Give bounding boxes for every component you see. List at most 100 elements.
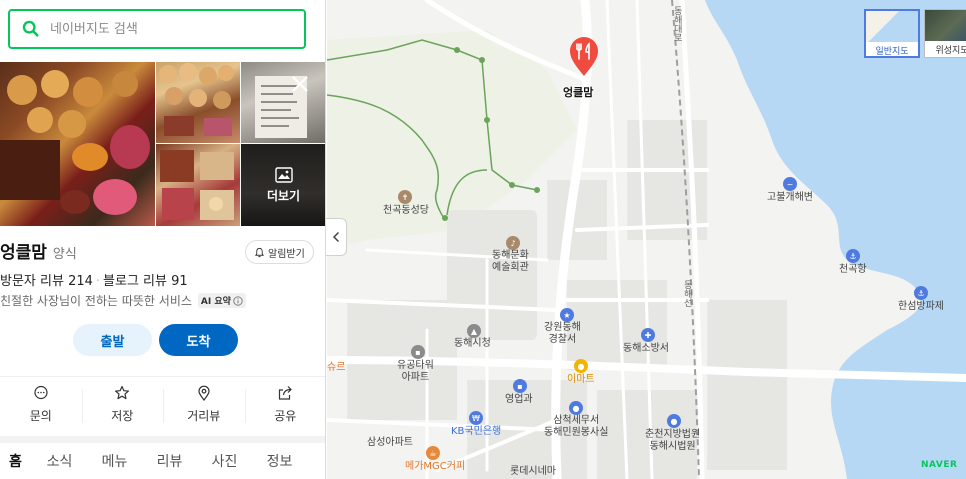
label-city-hall: 동해시청 <box>454 338 491 349</box>
label-donghae-culture: 동해문화 예술회관 <box>492 250 529 273</box>
restaurant-marker-label: 엉클맘 <box>563 86 594 99</box>
label-police: 강원동해 경찰서 <box>544 322 581 345</box>
place-panel: 더보기 엉클맘 양식 알림받기 방문자 리뷰 214·블로그 리뷰 91 친절한… <box>0 0 326 479</box>
share-label: 공유 <box>274 409 297 423</box>
photo-gallery: 더보기 <box>0 62 325 226</box>
info-icon <box>233 295 243 306</box>
map-type-normal-label: 일반지도 <box>875 47 909 57</box>
photo-main[interactable] <box>0 62 155 226</box>
save-label: 저장 <box>111 409 134 423</box>
map-type-satellite-label: 위성지도 <box>935 46 966 56</box>
label-kb-bank: KB국민은행 <box>451 426 502 437</box>
restaurant-marker[interactable] <box>567 37 601 77</box>
theater-icon[interactable]: ♪ <box>506 236 520 250</box>
blog-reviews-link[interactable]: 블로그 리뷰 91 <box>103 274 188 289</box>
ai-summary-badge[interactable]: AI 요약 <box>197 293 246 308</box>
label-tax-office: 삼척세무서 동해민원봉사실 <box>544 415 609 438</box>
label-court: 춘천지방법원 동해시법원 <box>645 429 701 452</box>
share-icon <box>279 386 293 400</box>
ai-summary-label: AI 요약 <box>200 297 231 307</box>
close-button[interactable] <box>288 72 312 96</box>
bell-icon <box>254 247 265 257</box>
place-description: 친절한 사장님이 전하는 따뜻한 서비스 <box>0 294 192 308</box>
tab-info[interactable]: 정보 <box>252 451 307 477</box>
label-yugong-tower: 유공타워 아파트 <box>397 360 434 383</box>
beach-icon[interactable]: ~ <box>783 177 797 191</box>
search-icon <box>22 20 39 37</box>
label-hanseop-breakwater: 한섬방파제 <box>898 301 944 312</box>
bank-icon[interactable]: ₩ <box>469 411 483 425</box>
label-business-office: 영업과 <box>505 394 533 405</box>
save-button[interactable]: 저장 <box>81 377 164 432</box>
church-icon[interactable]: ✝ <box>398 190 412 204</box>
pin-icon <box>198 385 210 401</box>
action-bar: 문의 저장 거리뷰 공유 <box>0 376 326 432</box>
place-title-row: 엉클맘 양식 <box>0 238 77 263</box>
tab-reviews[interactable]: 리뷰 <box>142 451 197 477</box>
place-description-row: 친절한 사장님이 전하는 따뜻한 서비스 AI 요약 <box>0 292 246 309</box>
label-cheongok-port: 천곡항 <box>839 264 867 275</box>
place-category: 양식 <box>52 247 77 262</box>
map-base <box>327 0 966 479</box>
search-input[interactable] <box>50 21 280 37</box>
place-name: 엉클맘 <box>0 243 47 263</box>
share-button[interactable]: 공유 <box>244 377 326 432</box>
inquiry-label: 문의 <box>29 409 52 423</box>
photo-thumb-1-image <box>159 63 234 136</box>
more-photos-overlay[interactable]: 더보기 <box>241 144 325 226</box>
naver-logo: NAVER <box>921 460 958 470</box>
cityhall-icon[interactable]: ▲ <box>467 324 481 338</box>
alarm-button[interactable]: 알림받기 <box>245 240 314 264</box>
visitor-reviews-link[interactable]: 방문자 리뷰 214 <box>0 274 93 289</box>
street-view-button[interactable]: 거리뷰 <box>163 377 245 432</box>
arrive-button[interactable]: 도착 <box>159 324 238 356</box>
port-icon[interactable]: ⚓ <box>846 249 860 263</box>
restaurant-marker-icon <box>570 37 598 76</box>
tax-office-icon[interactable]: ● <box>569 401 583 415</box>
section-divider <box>0 436 325 443</box>
alarm-label: 알림받기 <box>268 248 305 260</box>
label-emart: 이마트 <box>567 374 595 385</box>
shopping-icon[interactable]: ● <box>574 359 588 373</box>
breakwater-icon[interactable]: ⚓ <box>914 286 928 300</box>
apartment-icon[interactable]: ▪ <box>411 345 425 359</box>
tab-menu[interactable]: 메뉴 <box>87 451 142 477</box>
label-megamgc: 메가MGC커피 <box>405 461 466 472</box>
more-photos-label: 더보기 <box>266 188 301 203</box>
police-icon[interactable]: ★ <box>560 308 574 322</box>
label-donghae-line: 동해선 <box>681 280 692 307</box>
photo-thumb-more[interactable]: 더보기 <box>241 144 325 226</box>
photo-thumb-2[interactable] <box>241 62 325 143</box>
photo-thumb-3-image <box>160 150 234 220</box>
panel-collapse-button[interactable] <box>326 218 347 256</box>
photo-main-image <box>0 70 150 215</box>
tab-news[interactable]: 소식 <box>32 451 87 477</box>
street-view-label: 거리뷰 <box>187 409 221 423</box>
photo-thumb-2-image <box>255 76 307 138</box>
place-tabs: 홈 소식 메뉴 리뷰 사진 정보 <box>0 451 325 477</box>
image-icon <box>274 166 293 183</box>
review-counts: 방문자 리뷰 214 · 블로그 리뷰 91 <box>0 274 188 289</box>
photo-thumb-3[interactable] <box>156 144 240 226</box>
map-type-normal[interactable]: 일반지도 <box>864 9 920 58</box>
map-type-satellite[interactable]: 위성지도 <box>924 9 966 58</box>
cafe-icon[interactable]: ☕ <box>426 446 440 460</box>
office-icon[interactable]: ▪ <box>513 379 527 393</box>
close-icon <box>292 76 308 92</box>
photo-thumb-1[interactable] <box>156 62 240 143</box>
chevron-left-icon <box>332 231 340 243</box>
label-shure: 슈르 <box>327 362 346 373</box>
map-canvas[interactable]: ✝ 천곡동성당 ♪ 동해문화 예술회관 ▲ 동해시청 ★ 강원동해 경찰서 ✚ … <box>327 0 966 479</box>
star-icon <box>115 385 130 400</box>
tab-photos[interactable]: 사진 <box>197 451 252 477</box>
label-goburang-beach: 고불개해변 <box>767 192 813 203</box>
label-lotte-cinema: 롯데시네마 <box>510 466 556 477</box>
search-bar[interactable] <box>8 9 306 49</box>
tab-home[interactable]: 홈 <box>0 451 32 477</box>
depart-button[interactable]: 출발 <box>73 324 152 356</box>
inquiry-button[interactable]: 문의 <box>0 377 82 432</box>
court-icon[interactable]: ● <box>667 414 681 428</box>
label-samsung-apt: 삼성아파트 <box>367 437 413 448</box>
chat-icon <box>34 385 48 400</box>
fire-station-icon[interactable]: ✚ <box>641 328 655 342</box>
